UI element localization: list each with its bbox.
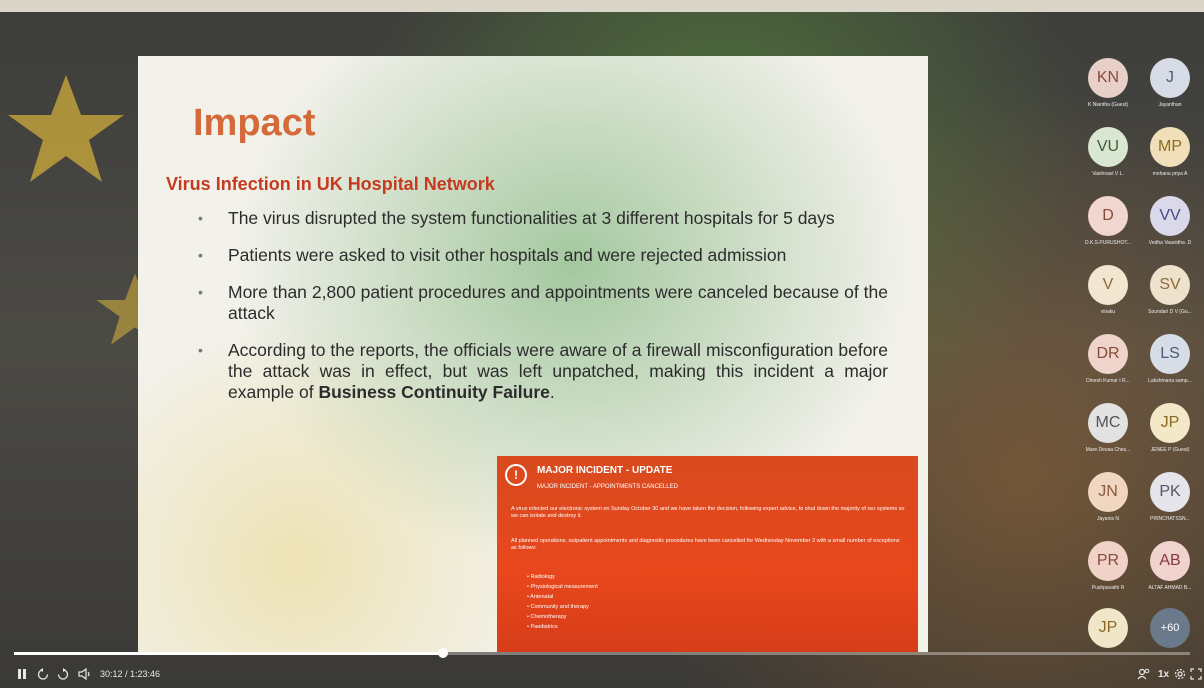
participant-tile[interactable]: V vivaku	[1075, 259, 1135, 319]
pause-icon	[18, 669, 26, 679]
participant-name: Vaishnavi V L.	[1092, 171, 1124, 177]
participants-icon	[1137, 668, 1150, 680]
avatar: VU	[1088, 127, 1128, 167]
incident-title: MAJOR INCIDENT - UPDATE	[537, 465, 673, 476]
top-band	[0, 0, 1204, 12]
pause-button[interactable]	[16, 668, 28, 684]
participant-name: Jayanthan	[1158, 102, 1182, 108]
participant-tile[interactable]: DR Dinesh Kumar I R...	[1075, 328, 1135, 388]
incident-list-item: Paediatrics	[527, 622, 598, 632]
participant-name: PRINCHATSSN...	[1150, 516, 1190, 522]
participant-tile[interactable]: D D.K.S.PURUSHOT...	[1075, 190, 1135, 250]
participant-tile[interactable]: MP mohana priya A	[1137, 121, 1197, 181]
bullet-tail-text: .	[549, 382, 555, 402]
incident-list-item: Antenatal	[527, 592, 598, 602]
avatar: SV	[1150, 265, 1190, 305]
participant-tile[interactable]: AB ALTAF AHMAD B...	[1137, 535, 1197, 595]
time-display: 30:12 / 1:23:46	[100, 669, 161, 679]
participant-tile[interactable]: JN Jayanis N	[1075, 466, 1135, 526]
avatar: JN	[1088, 472, 1128, 512]
fullscreen-icon	[1190, 668, 1202, 680]
participants-button[interactable]	[1137, 668, 1151, 684]
incident-paragraph: All planned operations, outpatient appoi…	[511, 538, 900, 551]
incident-list-item: Radiology	[527, 572, 598, 582]
participant-name: Vedha Vaavidha .D	[1148, 240, 1192, 246]
avatar: PR	[1088, 541, 1128, 581]
bullet-bold-text: Business Continuity Failure	[318, 382, 550, 402]
bullet-item: Patients were asked to visit other hospi…	[198, 245, 888, 266]
settings-icon	[1174, 668, 1186, 680]
participant-name: JENEE P (Guest)	[1150, 447, 1190, 453]
avatar: VV	[1150, 196, 1190, 236]
avatar: D	[1088, 196, 1128, 236]
participant-name: Soundari D V (Gu...	[1148, 309, 1192, 315]
participant-tile[interactable]: JP	[1075, 602, 1135, 650]
rewind-icon	[37, 668, 49, 680]
forward-icon	[57, 668, 69, 680]
participant-tile[interactable]: J Jayanthan	[1137, 52, 1197, 112]
presentation-slide: Impact Virus Infection in UK Hospital Ne…	[138, 56, 928, 652]
participant-tile[interactable]: SV Soundari D V (Gu...	[1137, 259, 1197, 319]
participant-name: K Niantha (Guest)	[1087, 102, 1129, 108]
participant-name: D.K.S.PURUSHOT...	[1084, 240, 1132, 246]
avatar: KN	[1088, 58, 1128, 98]
incident-list-item: Community and therapy	[527, 602, 598, 612]
alert-icon: !	[505, 464, 527, 486]
more-participants-count: +60	[1150, 608, 1190, 648]
participant-name: mohana priya A	[1152, 171, 1188, 177]
avatar: DR	[1088, 334, 1128, 374]
participant-name: Dinesh Kumar I R...	[1086, 378, 1130, 384]
incident-list: Radiology Physiological measurement Ante…	[527, 572, 598, 632]
participant-tile[interactable]: PR Pushpavathi R	[1075, 535, 1135, 595]
participant-tile[interactable]: VV Vedha Vaavidha .D	[1137, 190, 1197, 250]
participant-name: Mare Devaa Ches...	[1085, 447, 1131, 453]
slide-subtitle: Virus Infection in UK Hospital Network	[166, 174, 495, 194]
bullet-text: More than 2,800 patient procedures and a…	[228, 282, 888, 323]
avatar: JP	[1088, 608, 1128, 648]
participant-name: vivaku	[1100, 309, 1116, 315]
avatar: MC	[1088, 403, 1128, 443]
seek-bar-fill	[14, 652, 444, 655]
incident-paragraph: A virus infected our electronic system o…	[511, 506, 905, 519]
participant-name: ALTAF AHMAD B...	[1148, 585, 1192, 591]
seek-bar[interactable]	[14, 648, 1190, 658]
bullet-item: The virus disrupted the system functiona…	[198, 208, 888, 229]
participant-name: Jayanis N	[1097, 516, 1119, 522]
incident-notice-image: ! MAJOR INCIDENT - UPDATE MAJOR INCIDENT…	[497, 456, 918, 652]
bullet-text: The virus disrupted the system functiona…	[228, 208, 835, 228]
more-participants-button[interactable]: +60	[1137, 602, 1197, 650]
bullet-item: According to the reports, the officials …	[198, 340, 888, 403]
participant-tile[interactable]: KN K Niantha (Guest)	[1075, 52, 1135, 112]
incident-list-item: Chemotherapy	[527, 612, 598, 622]
participant-tile[interactable]: JP JENEE P (Guest)	[1137, 397, 1197, 457]
fullscreen-button[interactable]	[1190, 668, 1202, 684]
avatar: JP	[1150, 403, 1190, 443]
participant-name: Pushpavathi R	[1091, 585, 1125, 591]
avatar: PK	[1150, 472, 1190, 512]
settings-button[interactable]	[1174, 668, 1186, 684]
avatar: AB	[1150, 541, 1190, 581]
avatar: V	[1088, 265, 1128, 305]
participant-tile[interactable]: VU Vaishnavi V L.	[1075, 121, 1135, 181]
incident-subtitle: MAJOR INCIDENT - APPOINTMENTS CANCELLED	[537, 484, 678, 490]
avatar: J	[1150, 58, 1190, 98]
avatar: MP	[1150, 127, 1190, 167]
playback-speed-button[interactable]: 1x	[1158, 668, 1169, 682]
participant-tile[interactable]: MC Mare Devaa Ches...	[1075, 397, 1135, 457]
forward-button[interactable]	[56, 668, 70, 684]
incident-list-item: Physiological measurement	[527, 582, 597, 592]
participant-tile[interactable]: LS Lakshmana samp...	[1137, 328, 1197, 388]
slide-bullet-list: The virus disrupted the system functiona…	[198, 208, 888, 419]
avatar: LS	[1150, 334, 1190, 374]
bullet-text: Patients were asked to visit other hospi…	[228, 245, 787, 265]
volume-icon	[78, 667, 90, 681]
bullet-item: More than 2,800 patient procedures and a…	[198, 282, 888, 324]
rewind-button[interactable]	[36, 668, 50, 684]
volume-button[interactable]	[78, 667, 92, 684]
participant-name: Lakshmana samp...	[1148, 378, 1192, 384]
slide-title: Impact	[193, 102, 316, 144]
participant-tile[interactable]: PK PRINCHATSSN...	[1137, 466, 1197, 526]
